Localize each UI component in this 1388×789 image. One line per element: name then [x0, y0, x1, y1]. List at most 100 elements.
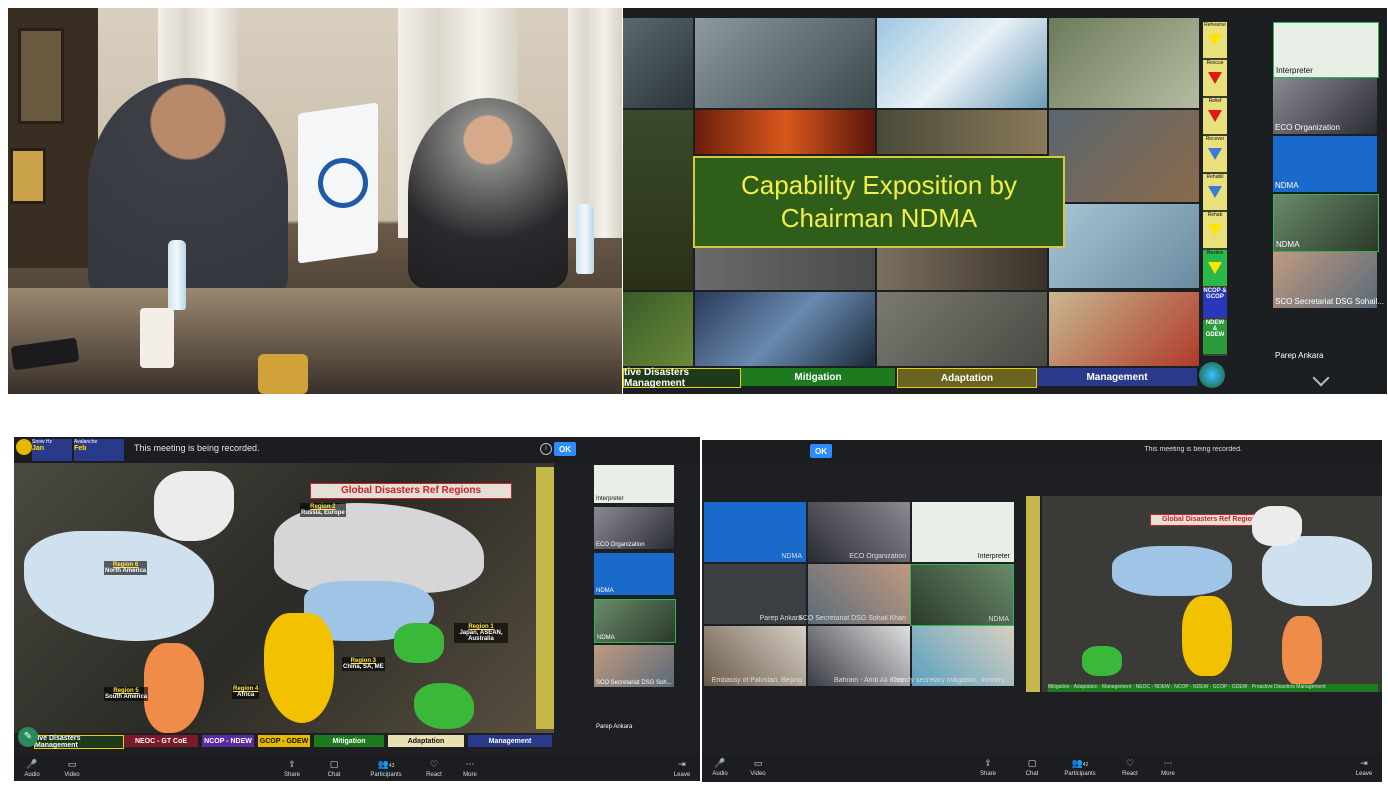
- pencil-icon[interactable]: ✎: [18, 727, 38, 747]
- phase-ncop-gcop: NCOP & GCOP: [1203, 288, 1227, 318]
- participant-tile[interactable]: ECO Organization: [594, 507, 674, 549]
- north-america-shape: [1262, 536, 1372, 606]
- more-button[interactable]: ⋯ More: [452, 759, 488, 778]
- snow-hazard-box: Snow Hz Jan: [32, 439, 72, 461]
- leave-button[interactable]: ⇥ Leave: [1346, 758, 1382, 777]
- banner-line-2: Chairman NDMA: [780, 203, 978, 233]
- people-icon: 👥43: [377, 759, 395, 769]
- capability-banner: Capability Exposition by Chairman NDMA: [693, 156, 1065, 248]
- globe-icon: [1199, 362, 1225, 388]
- participant-tile[interactable]: NDMA: [704, 502, 806, 562]
- ok-button[interactable]: OK: [810, 444, 832, 458]
- glass-table: [8, 288, 622, 394]
- snow-icon: [16, 439, 32, 455]
- react-button[interactable]: ♡ React: [1112, 758, 1148, 777]
- participant-tile[interactable]: ECO Organization: [1273, 78, 1377, 134]
- microphone-icon: 🎤: [714, 758, 726, 768]
- video-button[interactable]: ▭ Video: [54, 759, 90, 778]
- participant-tile[interactable]: NDMA: [594, 599, 676, 643]
- more-button[interactable]: ⋯ More: [1150, 758, 1186, 777]
- chat-icon: ▢: [329, 759, 339, 769]
- region-label: Region 1 Japan, ASEAN, Australia: [454, 623, 508, 643]
- chat-button[interactable]: ▢ Chat: [1014, 758, 1050, 777]
- phase-ndew-gdew: NDEW & GDEW: [1203, 320, 1227, 354]
- video-button[interactable]: ▭ Video: [740, 758, 776, 777]
- asean-shape: [394, 623, 444, 663]
- participant-tile[interactable]: NDMA: [1273, 194, 1379, 252]
- participants-button[interactable]: 👥42 Participants: [1058, 758, 1102, 777]
- avalanche-hazard-box: Avalanche Feb: [74, 439, 124, 461]
- heart-icon: ♡: [429, 759, 439, 769]
- image-tile: [695, 18, 875, 108]
- participant-tile[interactable]: Parep Ankara: [594, 719, 674, 731]
- recording-notice: This meeting is being recorded.: [1144, 446, 1242, 453]
- microphone-icon: 🎤: [26, 759, 38, 769]
- water-bottle: [168, 240, 186, 310]
- phase-strip: Rehearse Rescue Relief Recover Rehabil R…: [1203, 22, 1227, 356]
- image-tile: [695, 292, 875, 366]
- russia-europe-shape: [1112, 546, 1232, 596]
- participant-tile[interactable]: ECO Organization: [808, 502, 910, 562]
- image-tile: [623, 292, 693, 366]
- world-map: Global Disasters Ref Regions: [1042, 496, 1382, 692]
- participant-tile[interactable]: Interpreter: [594, 465, 674, 503]
- camera-icon: ▭: [753, 758, 763, 768]
- meeting-toolbar: ⇥ Leave ⋯ More ♡ React 👥42 Participants ▢ Cha…: [702, 756, 1382, 782]
- australia-shape: [414, 683, 474, 729]
- image-tile: [1049, 110, 1199, 202]
- category-mitigation: Mitigation: [314, 735, 384, 747]
- participant-tile[interactable]: Parep Ankara: [1273, 348, 1377, 362]
- participant-tile[interactable]: SCO Secretariat DSG Sohail Khan: [798, 564, 910, 624]
- greenland-shape: [1252, 506, 1302, 546]
- australia-shape: [1082, 646, 1122, 676]
- image-tile: [623, 18, 693, 108]
- participant-tile[interactable]: SCO Secretariat DSG Sohail...: [1273, 252, 1384, 308]
- more-icon: ⋯: [465, 759, 475, 769]
- zoom-screen-map: Snow Hz Jan Avalanche Feb This meeting is …: [14, 437, 700, 781]
- image-tile: [695, 246, 875, 290]
- phase-relief: Relief: [1203, 98, 1227, 134]
- leave-icon: ⇥: [678, 759, 686, 769]
- participant-tile[interactable]: SCO Secretariat DSG Soh...: [594, 645, 674, 687]
- react-button[interactable]: ♡ React: [416, 759, 452, 778]
- eco-logo-icon: [318, 158, 368, 208]
- phase-rehab: Rehab: [1203, 212, 1227, 248]
- participant-tile[interactable]: NDMA: [1273, 136, 1377, 192]
- phase-strip: [536, 467, 554, 729]
- world-map: Global Disasters Ref Regions Region 2 Rus…: [14, 463, 554, 733]
- participant-tile[interactable]: Embassy of Pakistan, Beijing: [704, 626, 806, 686]
- coffee-cup: [258, 354, 308, 394]
- category-mitigation: Mitigation: [741, 368, 895, 386]
- share-button[interactable]: ⇪ Share: [274, 759, 310, 778]
- category-ncop-ndew: NCOP - NDEW: [202, 735, 254, 747]
- phase-rescue: Rescue: [1203, 60, 1227, 96]
- meeting-topbar: This meeting is being recorded. OK: [702, 440, 1382, 462]
- image-tile: [695, 110, 875, 154]
- participant-tile[interactable]: Deputy secretary mitigation, ministry...: [892, 626, 1014, 686]
- phase-rehabil: Rehabil: [1203, 174, 1227, 210]
- participants-button[interactable]: 👥43 Participants: [364, 759, 408, 778]
- audio-button[interactable]: 🎤 Audio: [702, 758, 738, 777]
- image-tile: [1049, 292, 1199, 366]
- phase-rehearse: Rehearse: [1203, 22, 1227, 58]
- share-button[interactable]: ⇪ Share: [970, 758, 1006, 777]
- meeting-room-photo: [8, 8, 622, 394]
- chevron-down-icon[interactable]: [1312, 369, 1330, 387]
- participant-tile[interactable]: NDMA: [910, 564, 1014, 626]
- zoom-screen-gallery-mirrored: This meeting is being recorded. OK Globa…: [702, 440, 1382, 782]
- meeting-toolbar: 🎤 Audio ▭ Video ⇪ Share ▢ Chat 👥43 Participan…: [14, 757, 700, 781]
- water-bottle: [576, 204, 594, 274]
- phase-strip: [1026, 496, 1040, 692]
- chat-button[interactable]: ▢ Chat: [316, 759, 352, 778]
- participant-tile[interactable]: NDMA: [594, 553, 674, 595]
- ok-button[interactable]: OK: [554, 442, 576, 456]
- participant-tile[interactable]: Interpreter: [912, 502, 1014, 562]
- category-adaptation: Adaptation: [897, 368, 1037, 388]
- africa-shape: [1182, 596, 1232, 676]
- participant-tile[interactable]: Interpreter: [1273, 22, 1379, 78]
- audio-button[interactable]: 🎤 Audio: [14, 759, 50, 778]
- category-proactive: tive Disasters Management: [623, 367, 741, 389]
- participant-tile[interactable]: Parep Ankara: [704, 564, 806, 624]
- info-icon[interactable]: i: [540, 443, 552, 455]
- leave-button[interactable]: ⇥ Leave: [664, 759, 700, 778]
